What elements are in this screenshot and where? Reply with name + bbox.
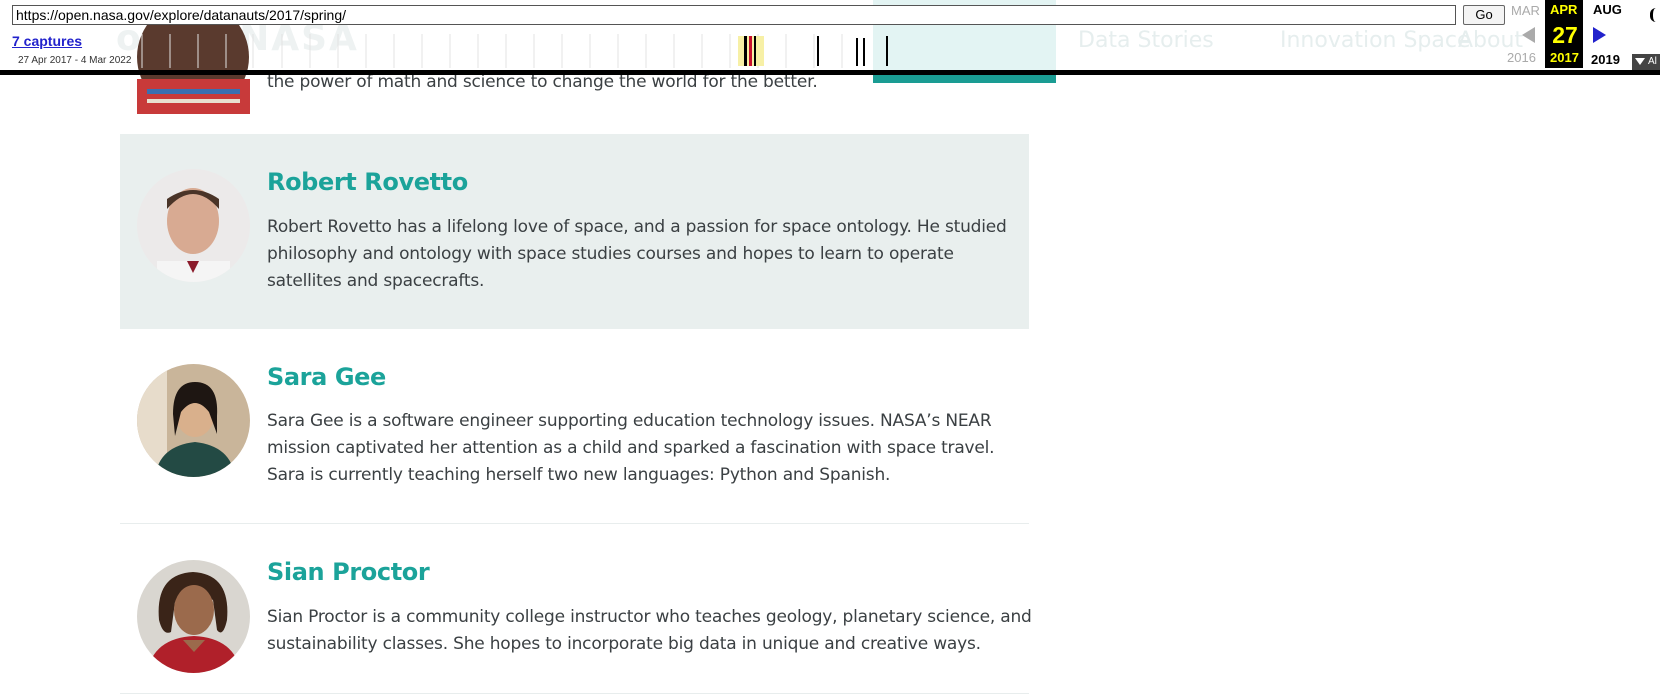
person-bio: Sara Gee is a software engineer supporti…: [267, 411, 995, 485]
avatar: [137, 169, 250, 282]
about-button[interactable]: Al: [1632, 54, 1660, 70]
close-icon[interactable]: [1650, 8, 1660, 22]
next-year[interactable]: 2019: [1591, 52, 1620, 67]
chevron-down-icon: [1635, 57, 1645, 65]
person-name[interactable]: Sian Proctor: [267, 558, 430, 586]
page-content: open NASA Data Stories Innovation Space …: [0, 0, 1660, 698]
toolbar-bottom-border: [0, 70, 1660, 75]
person-card: Sara Gee Sara Gee is a software engineer…: [120, 329, 1029, 524]
person-card: Robert Rovetto Robert Rovetto has a life…: [120, 134, 1029, 329]
captures-link[interactable]: 7 captures: [12, 33, 82, 49]
capture-sparkline[interactable]: [140, 34, 900, 68]
url-input[interactable]: https://open.nasa.gov/explore/datanauts/…: [12, 5, 1456, 25]
go-button[interactable]: Go: [1463, 5, 1505, 25]
person-name[interactable]: Robert Rovetto: [267, 168, 468, 196]
nav-active-indicator: [873, 75, 1056, 83]
wayback-toolbar: https://open.nasa.gov/explore/datanauts/…: [0, 0, 1660, 75]
person-name[interactable]: Sara Gee: [267, 363, 386, 391]
person-bio: Robert Rovetto has a lifelong love of sp…: [267, 217, 1007, 291]
person-card: Sian Proctor Sian Proctor is a community…: [120, 524, 1032, 694]
avatar: [137, 560, 250, 673]
capture-date-range: 27 Apr 2017 - 4 Mar 2022: [18, 55, 132, 66]
divider: [120, 693, 1029, 694]
current-year: 2017: [1550, 50, 1579, 65]
person-bio: the power of math and science to change …: [267, 72, 818, 92]
person-bio: Sian Proctor is a community college inst…: [267, 607, 1032, 654]
next-capture-arrow-icon[interactable]: [1593, 27, 1606, 43]
prev-capture-arrow-icon[interactable]: [1522, 27, 1535, 43]
avatar: [137, 364, 250, 477]
current-day: 27: [1552, 22, 1578, 48]
prev-year[interactable]: 2016: [1507, 50, 1536, 65]
about-label: Al: [1648, 56, 1657, 67]
